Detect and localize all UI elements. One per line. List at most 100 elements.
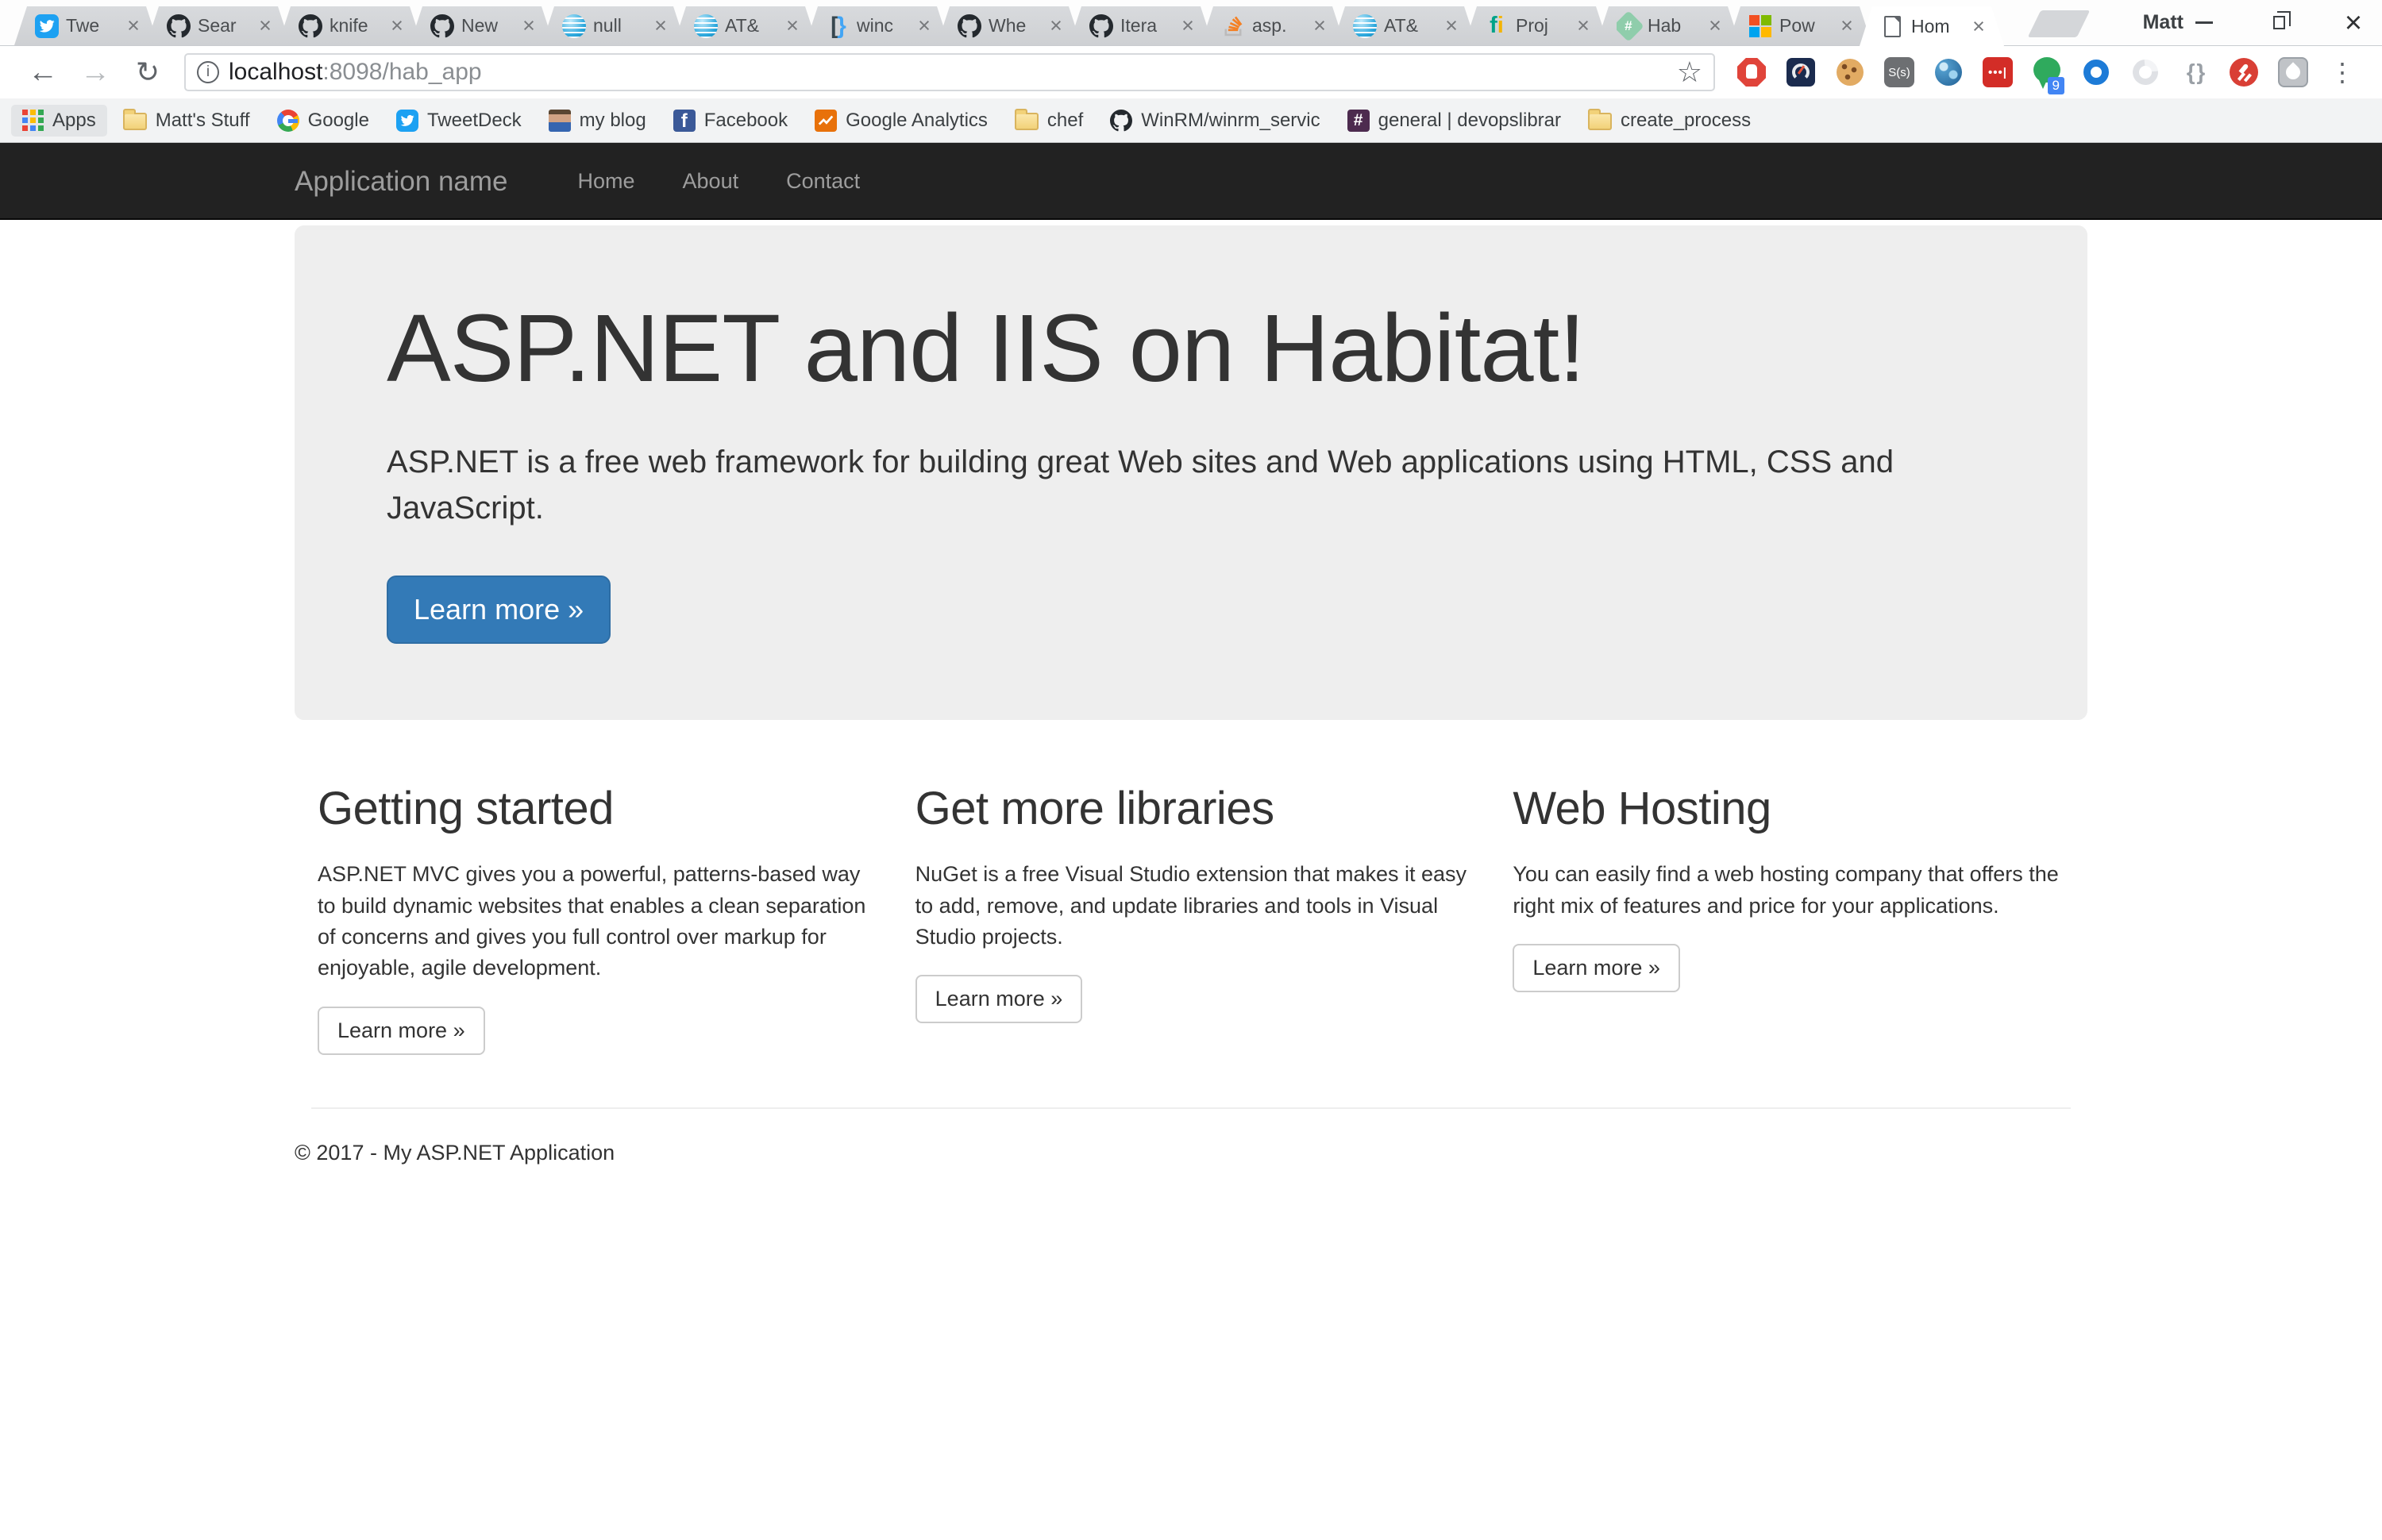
close-icon[interactable] bbox=[1706, 15, 1725, 37]
bookmarks-bar: Apps Matt's Stuff Google TweetDeck my bl… bbox=[0, 98, 2382, 143]
bookmark-star-icon[interactable] bbox=[1677, 58, 1702, 87]
minimize-icon[interactable] bbox=[2190, 9, 2218, 37]
bookmark-google[interactable]: Google bbox=[266, 105, 380, 137]
bookmark-google-analytics[interactable]: Google Analytics bbox=[804, 105, 999, 137]
github-icon bbox=[167, 14, 191, 38]
nav-link-home[interactable]: Home bbox=[554, 143, 659, 220]
twitter-icon bbox=[35, 14, 59, 38]
profile-name[interactable]: Matt bbox=[2143, 0, 2184, 45]
tab-github-knife[interactable]: knife bbox=[278, 6, 422, 45]
close-icon[interactable] bbox=[783, 15, 802, 37]
tab-tweetdeck[interactable]: Twe bbox=[14, 6, 159, 45]
speedometer-icon[interactable] bbox=[1782, 53, 1820, 91]
learn-more-button[interactable]: Learn more » bbox=[318, 1006, 485, 1055]
column-text: You can easily find a web hosting compan… bbox=[1513, 862, 2059, 918]
cookie-icon[interactable] bbox=[1831, 53, 1869, 91]
tab-github-new[interactable]: New bbox=[410, 6, 554, 45]
learn-more-button[interactable]: Learn more » bbox=[915, 975, 1083, 1024]
forward-icon[interactable] bbox=[73, 50, 118, 94]
tab-habitat[interactable]: Hab bbox=[1596, 6, 1740, 45]
close-icon[interactable] bbox=[2339, 9, 2368, 37]
browser-menu-icon[interactable] bbox=[2323, 53, 2361, 91]
globe-icon[interactable] bbox=[1929, 53, 1968, 91]
close-icon[interactable] bbox=[124, 15, 143, 37]
page-icon bbox=[1880, 14, 1904, 38]
microsoft-icon bbox=[1748, 14, 1772, 38]
close-icon[interactable] bbox=[915, 15, 934, 37]
page-info-icon[interactable] bbox=[197, 61, 219, 83]
tab-att-null[interactable]: null bbox=[542, 6, 686, 45]
column-web-hosting: Web Hosting You can easily find a web ho… bbox=[1490, 752, 2087, 1055]
github-icon bbox=[1110, 109, 1133, 132]
learn-more-button[interactable]: Learn more » bbox=[1513, 943, 1680, 992]
braces-icon[interactable] bbox=[2176, 53, 2214, 91]
tweetdeck-icon bbox=[395, 109, 418, 132]
tab-windows-doc[interactable]: winc bbox=[805, 6, 950, 45]
bookmark-slack-general[interactable]: general | devopslibrar bbox=[1336, 105, 1572, 137]
google-icon bbox=[276, 109, 299, 132]
close-icon[interactable] bbox=[387, 15, 407, 37]
close-icon[interactable] bbox=[256, 15, 275, 37]
notifier-badge: 9 bbox=[2047, 76, 2064, 94]
bookmark-apps[interactable]: Apps bbox=[11, 104, 107, 137]
nav-link-contact[interactable]: Contact bbox=[762, 143, 884, 220]
tab-title: Hab bbox=[1648, 15, 1682, 36]
restore-icon[interactable] bbox=[2264, 9, 2293, 37]
tab-github-itera[interactable]: Itera bbox=[1069, 6, 1213, 45]
tab-title: Pow bbox=[1779, 15, 1815, 36]
disconnect-icon[interactable] bbox=[2225, 53, 2263, 91]
address-bar[interactable]: localhost:8098/hab_app bbox=[184, 53, 1715, 91]
folder-icon bbox=[1588, 109, 1612, 130]
swirl-icon[interactable] bbox=[2126, 53, 2164, 91]
bookmark-folder-create-process[interactable]: create_process bbox=[1577, 105, 1762, 137]
tab-project-fi[interactable]: Proj bbox=[1464, 6, 1609, 45]
bookmark-folder-chef[interactable]: chef bbox=[1004, 105, 1094, 137]
close-icon[interactable] bbox=[519, 15, 538, 37]
close-icon[interactable] bbox=[1837, 15, 1856, 37]
web-page: Application name Home About Contact ASP.… bbox=[0, 143, 2382, 1165]
close-icon[interactable] bbox=[1310, 15, 1329, 37]
tab-powerbi[interactable]: Pow bbox=[1728, 6, 1872, 45]
tab-home-active[interactable]: Hom bbox=[1860, 6, 2004, 46]
bookmark-tweetdeck[interactable]: TweetDeck bbox=[385, 105, 533, 137]
tab-stackoverflow-asp[interactable]: asp. bbox=[1201, 6, 1345, 45]
new-tab-button[interactable] bbox=[2027, 10, 2091, 37]
tab-github-whe[interactable]: Whe bbox=[937, 6, 1081, 45]
url-text[interactable]: localhost:8098/hab_app bbox=[229, 59, 1667, 86]
tab-title: Whe bbox=[989, 15, 1027, 36]
adblock-icon[interactable] bbox=[1733, 53, 1771, 91]
close-icon[interactable] bbox=[1574, 15, 1593, 37]
att-globe-icon bbox=[694, 14, 718, 38]
navbar-brand[interactable]: Application name bbox=[295, 166, 508, 198]
bookmark-label: Facebook bbox=[703, 109, 788, 131]
notifier-bubble-icon[interactable]: 9 bbox=[2028, 53, 2066, 94]
bookmark-label: Matt's Stuff bbox=[155, 109, 250, 131]
site-navbar: Application name Home About Contact bbox=[0, 143, 2382, 220]
bookmark-winrm[interactable]: WinRM/winrm_servic bbox=[1099, 105, 1331, 137]
tab-title: Proj bbox=[1516, 15, 1548, 36]
browser-toolbar: localhost:8098/hab_app 9 bbox=[0, 45, 2382, 98]
lastpass-icon[interactable] bbox=[1979, 53, 2017, 91]
close-icon[interactable] bbox=[1969, 16, 1988, 37]
tab-title: null bbox=[593, 15, 622, 36]
learn-more-primary-button[interactable]: Learn more » bbox=[387, 576, 611, 645]
tab-att[interactable]: AT& bbox=[673, 6, 818, 45]
browser-titlebar: Twe Sear knife New bbox=[0, 0, 2382, 45]
close-icon[interactable] bbox=[651, 15, 670, 37]
close-icon[interactable] bbox=[1442, 15, 1461, 37]
reload-icon[interactable] bbox=[125, 50, 170, 94]
back-icon[interactable] bbox=[21, 50, 65, 94]
blue-ring-icon[interactable] bbox=[2077, 53, 2115, 91]
close-icon[interactable] bbox=[1178, 15, 1197, 37]
project-fi-icon bbox=[1485, 14, 1509, 38]
close-icon[interactable] bbox=[1046, 15, 1066, 37]
bookmark-folder-matts-stuff[interactable]: Matt's Stuff bbox=[112, 105, 261, 137]
screenshot-icon[interactable] bbox=[2274, 53, 2312, 91]
bookmark-label: create_process bbox=[1621, 109, 1752, 131]
nav-link-about[interactable]: About bbox=[659, 143, 763, 220]
tab-att-2[interactable]: AT& bbox=[1332, 6, 1477, 45]
bookmark-my-blog[interactable]: my blog bbox=[538, 105, 657, 137]
styles-icon[interactable] bbox=[1880, 53, 1918, 91]
tab-github-search[interactable]: Sear bbox=[146, 6, 291, 45]
bookmark-facebook[interactable]: Facebook bbox=[662, 105, 799, 137]
